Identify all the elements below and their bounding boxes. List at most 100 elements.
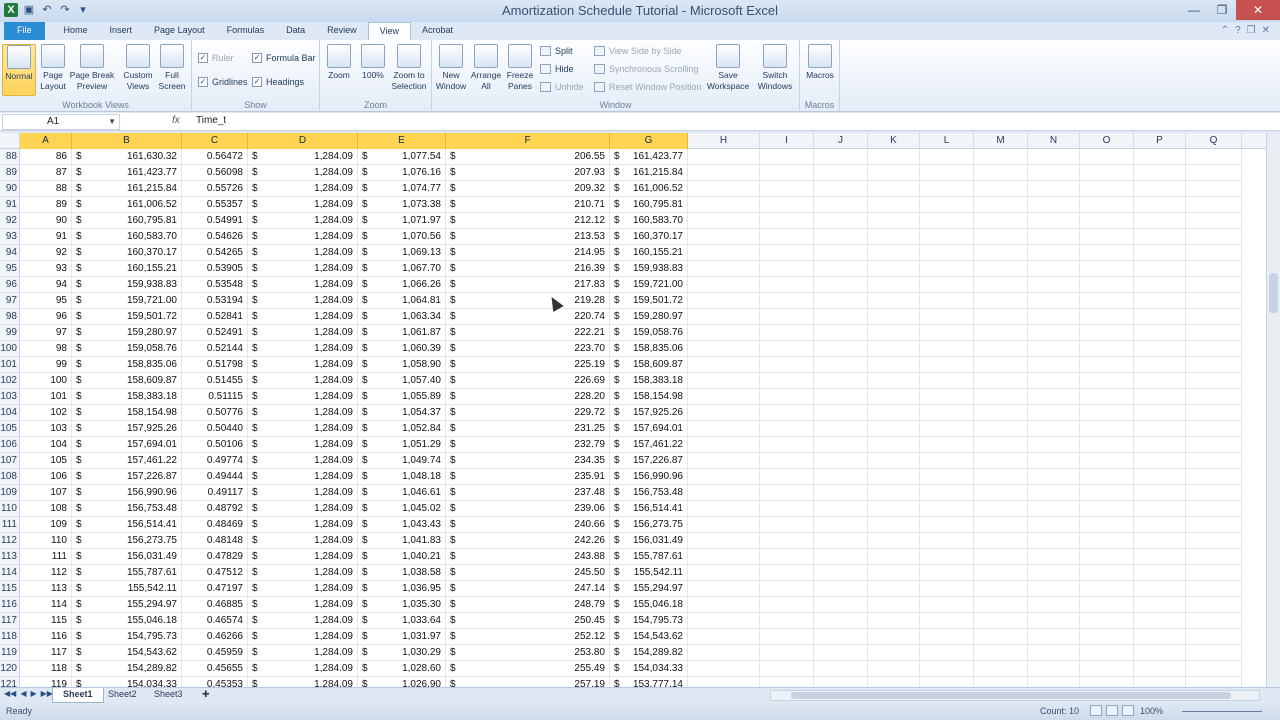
cell-empty[interactable] [814,517,868,533]
cell-g[interactable]: $160,370.17 [610,229,688,245]
cell-g[interactable]: $161,006.52 [610,181,688,197]
tab-formulas[interactable]: Formulas [216,22,276,40]
cell-a[interactable]: 87 [20,165,72,181]
cell-f[interactable]: $213.53 [446,229,610,245]
cell-empty[interactable] [1134,293,1186,309]
cell-empty[interactable] [1134,645,1186,661]
cell-empty[interactable] [814,165,868,181]
cell-empty[interactable] [1080,213,1134,229]
cell-empty[interactable] [688,277,760,293]
cell-c[interactable]: 0.56098 [182,165,248,181]
row-header[interactable]: 99 [0,325,20,341]
cell-empty[interactable] [1028,181,1080,197]
cell-f[interactable]: $222.21 [446,325,610,341]
cell-empty[interactable] [814,629,868,645]
cell-empty[interactable] [1028,549,1080,565]
cell-empty[interactable] [688,501,760,517]
cell-empty[interactable] [920,229,974,245]
cell-empty[interactable] [1134,549,1186,565]
cell-empty[interactable] [920,277,974,293]
cell-d[interactable]: $1,284.09 [248,565,358,581]
cell-empty[interactable] [1186,485,1242,501]
cell-empty[interactable] [760,229,814,245]
column-header-j[interactable]: J [814,133,868,149]
cell-empty[interactable] [868,485,920,501]
cell-empty[interactable] [868,261,920,277]
cell-d[interactable]: $1,284.09 [248,389,358,405]
column-header-l[interactable]: L [920,133,974,149]
cell-empty[interactable] [688,437,760,453]
tab-review[interactable]: Review [316,22,368,40]
cell-a[interactable]: 86 [20,149,72,165]
cell-empty[interactable] [920,501,974,517]
cell-empty[interactable] [868,325,920,341]
row-header[interactable]: 110 [0,501,20,517]
cell-empty[interactable] [1080,149,1134,165]
cell-empty[interactable] [814,405,868,421]
cell-empty[interactable] [1080,549,1134,565]
cell-f[interactable]: $214.95 [446,245,610,261]
cell-empty[interactable] [974,565,1028,581]
cell-empty[interactable] [814,613,868,629]
cell-e[interactable]: $1,066.26 [358,277,446,293]
cell-empty[interactable] [920,549,974,565]
column-header-h[interactable]: H [688,133,760,149]
tab-data[interactable]: Data [275,22,316,40]
cell-empty[interactable] [688,613,760,629]
cell-f[interactable]: $242.26 [446,533,610,549]
cell-b[interactable]: $158,609.87 [72,373,182,389]
normal-view-shortcut-icon[interactable] [1090,705,1102,716]
row-header[interactable]: 91 [0,197,20,213]
cell-empty[interactable] [868,501,920,517]
cell-e[interactable]: $1,063.34 [358,309,446,325]
cell-g[interactable]: $156,990.96 [610,469,688,485]
cell-d[interactable]: $1,284.09 [248,453,358,469]
row-header[interactable]: 103 [0,389,20,405]
cell-g[interactable]: $155,046.18 [610,597,688,613]
cell-empty[interactable] [1134,613,1186,629]
cell-g[interactable]: $160,795.81 [610,197,688,213]
sheet-tab-sheet3[interactable]: Sheet3 [144,688,193,703]
arrange-all-button[interactable]: Arrange All [470,44,502,92]
cell-a[interactable]: 115 [20,613,72,629]
cell-d[interactable]: $1,284.09 [248,261,358,277]
cell-empty[interactable] [1080,661,1134,677]
cell-empty[interactable] [974,629,1028,645]
gridlines-checkbox[interactable]: ✓ Gridlines [198,77,248,87]
cell-empty[interactable] [1186,277,1242,293]
cell-empty[interactable] [760,485,814,501]
cell-e[interactable]: $1,033.64 [358,613,446,629]
cell-empty[interactable] [760,357,814,373]
cell-empty[interactable] [814,341,868,357]
cell-e[interactable]: $1,046.61 [358,485,446,501]
cell-a[interactable]: 94 [20,277,72,293]
row-header[interactable]: 96 [0,277,20,293]
cell-empty[interactable] [1134,421,1186,437]
cell-empty[interactable] [688,165,760,181]
cell-empty[interactable] [1080,517,1134,533]
cell-empty[interactable] [974,165,1028,181]
cell-c[interactable]: 0.48792 [182,501,248,517]
cell-empty[interactable] [1134,597,1186,613]
cell-a[interactable]: 101 [20,389,72,405]
cell-empty[interactable] [1080,565,1134,581]
cell-empty[interactable] [1186,613,1242,629]
row-header[interactable]: 108 [0,469,20,485]
cell-empty[interactable] [688,341,760,357]
cell-a[interactable]: 104 [20,437,72,453]
cell-empty[interactable] [760,501,814,517]
cell-b[interactable]: $161,215.84 [72,181,182,197]
cell-empty[interactable] [1186,181,1242,197]
cell-empty[interactable] [760,277,814,293]
cell-empty[interactable] [760,373,814,389]
cell-empty[interactable] [760,437,814,453]
cell-c[interactable]: 0.45655 [182,661,248,677]
cell-empty[interactable] [760,581,814,597]
row-header[interactable]: 117 [0,613,20,629]
cell-g[interactable]: $158,154.98 [610,389,688,405]
cell-empty[interactable] [1186,565,1242,581]
page-layout-shortcut-icon[interactable] [1106,705,1118,716]
cell-f[interactable]: $212.12 [446,213,610,229]
cell-empty[interactable] [920,341,974,357]
cell-empty[interactable] [974,501,1028,517]
